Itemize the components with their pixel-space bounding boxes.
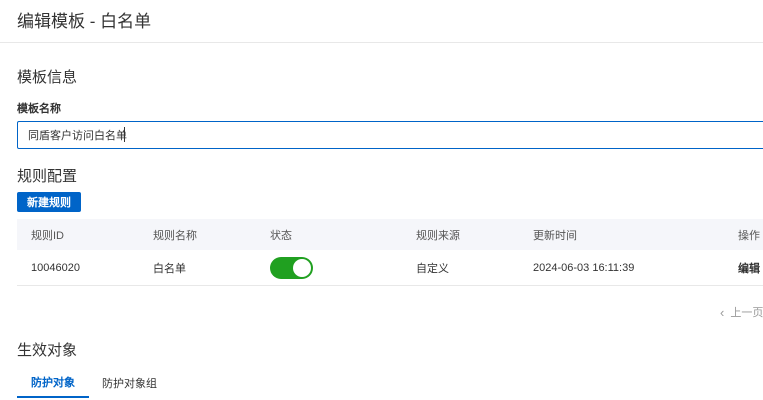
toggle-knob xyxy=(293,258,311,277)
chevron-left-icon[interactable]: ‹ xyxy=(720,305,724,320)
template-name-label: 模板名称 xyxy=(17,103,61,115)
page-header: 编辑模板 - 白名单 xyxy=(0,0,763,43)
rule-source-cell: 自定义 xyxy=(416,262,449,275)
column-header-actions: 操作 xyxy=(738,229,760,242)
rule-id-cell: 10046020 xyxy=(31,261,80,274)
table-header: 规则ID 规则名称 状态 规则来源 更新时间 操作 xyxy=(17,219,763,250)
text-caret xyxy=(124,127,125,142)
pagination: ‹ 上一页 xyxy=(720,304,763,320)
prev-page-link[interactable]: 上一页 xyxy=(730,304,763,320)
column-header-updated-time: 更新时间 xyxy=(533,229,577,242)
updated-time-cell: 2024-06-03 16:11:39 xyxy=(533,261,635,274)
rules-table: 规则ID 规则名称 状态 规则来源 更新时间 操作 10046020 白名单 自… xyxy=(17,219,763,286)
status-cell xyxy=(270,250,313,285)
rules-config-title: 规则配置 xyxy=(17,168,78,185)
new-rule-button[interactable]: 新建规则 xyxy=(17,192,81,212)
column-header-source: 规则来源 xyxy=(416,229,460,242)
table-row: 10046020 白名单 自定义 2024-06-03 16:11:39 编辑 xyxy=(17,250,763,286)
tab-protected-objects[interactable]: 防护对象 xyxy=(17,368,89,398)
template-name-input[interactable] xyxy=(17,121,763,149)
template-info-title: 模板信息 xyxy=(17,69,78,86)
column-header-status: 状态 xyxy=(270,229,292,242)
effective-targets-title: 生效对象 xyxy=(17,342,78,359)
page-title: 编辑模板 - 白名单 xyxy=(17,12,152,31)
status-toggle[interactable] xyxy=(270,256,313,279)
edit-link[interactable]: 编辑 xyxy=(738,250,760,285)
rule-name-cell: 白名单 xyxy=(153,262,186,275)
column-header-rule-name: 规则名称 xyxy=(153,229,197,242)
column-header-rule-id: 规则ID xyxy=(31,229,64,242)
tab-protected-object-groups[interactable]: 防护对象组 xyxy=(102,368,157,398)
